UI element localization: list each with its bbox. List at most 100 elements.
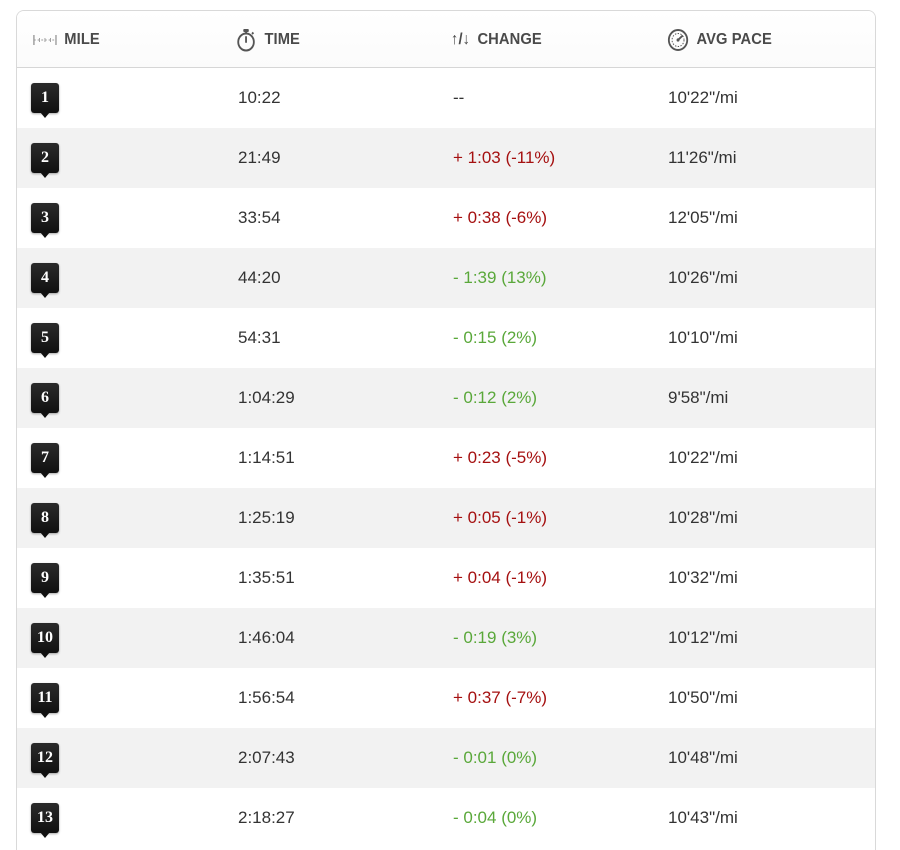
pace-cell: 10'48"/mi — [668, 748, 738, 767]
time-cell: 1:56:54 — [238, 688, 295, 707]
mile-marker-icon: 12 — [31, 743, 59, 778]
table-row[interactable]: 10 1:46:04 - 0:19 (3%) 10'12"/mi — [17, 608, 875, 668]
mile-cell: 6 — [31, 368, 59, 428]
marker-tail — [40, 112, 50, 118]
table-row[interactable]: 11 1:56:54 + 0:37 (-7%) 10'50"/mi — [17, 668, 875, 728]
column-header-mile-label: MILE — [64, 31, 100, 48]
mile-marker-icon: 11 — [31, 683, 59, 718]
mile-number: 13 — [31, 803, 59, 833]
mile-cell: 2 — [31, 128, 59, 188]
mile-cell: 9 — [31, 548, 59, 608]
mile-number: 1 — [31, 83, 59, 113]
table-row[interactable]: 8 1:25:19 + 0:05 (-1%) 10'28"/mi — [17, 488, 875, 548]
mile-number: 10 — [31, 623, 59, 653]
table-row[interactable]: 5 54:31 - 0:15 (2%) 10'10"/mi — [17, 308, 875, 368]
time-cell: 1:46:04 — [238, 628, 295, 647]
time-cell: 54:31 — [238, 328, 281, 347]
change-cell: - 0:01 (0%) — [453, 748, 538, 767]
pace-cell: 10'43"/mi — [668, 808, 738, 827]
mile-marker-icon: 10 — [31, 623, 59, 658]
mile-number: 12 — [31, 743, 59, 773]
up-down-arrows-icon: ↑/↓ — [451, 31, 471, 48]
mile-number: 7 — [31, 443, 59, 473]
table-row[interactable]: 1 10:22 -- 10'22"/mi — [17, 68, 875, 128]
pace-cell: 10'26"/mi — [668, 268, 738, 287]
mile-number: 4 — [31, 263, 59, 293]
marker-tail — [40, 772, 50, 778]
marker-tail — [40, 412, 50, 418]
mile-marker-icon: 3 — [31, 203, 59, 238]
marker-tail — [40, 832, 50, 838]
mile-cell: 8 — [31, 488, 59, 548]
change-cell: + 0:37 (-7%) — [453, 688, 548, 707]
mile-marker-icon: 9 — [31, 563, 59, 598]
table-row[interactable]: 2 21:49 + 1:03 (-11%) 11'26"/mi — [17, 128, 875, 188]
column-header-pace[interactable]: AVG PACE — [667, 27, 772, 53]
ruler-icon — [33, 33, 57, 47]
change-cell: + 0:05 (-1%) — [453, 508, 548, 527]
stopwatch-icon — [235, 28, 257, 52]
speedometer-icon — [667, 28, 689, 52]
table-row[interactable]: 12 2:07:43 - 0:01 (0%) 10'48"/mi — [17, 728, 875, 788]
time-cell: 33:54 — [238, 208, 281, 227]
mile-marker-icon: 2 — [31, 143, 59, 178]
pace-cell: 10'10"/mi — [668, 328, 738, 347]
table-row[interactable]: 6 1:04:29 - 0:12 (2%) 9'58"/mi — [17, 368, 875, 428]
time-cell: 21:49 — [238, 148, 281, 167]
time-cell: 1:35:51 — [238, 568, 295, 587]
change-cell: + 0:38 (-6%) — [453, 208, 548, 227]
mile-cell: 4 — [31, 248, 59, 308]
mile-cell: 12 — [31, 728, 59, 788]
time-cell: 1:14:51 — [238, 448, 295, 467]
mile-number: 9 — [31, 563, 59, 593]
pace-cell: 9'58"/mi — [668, 388, 729, 407]
marker-tail — [40, 172, 50, 178]
pace-cell: 11'26"/mi — [668, 148, 737, 167]
change-cell: + 1:03 (-11%) — [453, 148, 556, 167]
pace-cell: 10'50"/mi — [668, 688, 738, 707]
change-cell: + 0:23 (-5%) — [453, 448, 548, 467]
marker-tail — [40, 712, 50, 718]
table-header: MILE TIME ↑/↓ CHANGE AVG PACE — [17, 11, 875, 68]
mile-cell: 1 — [31, 68, 59, 128]
pace-cell: 10'22"/mi — [668, 448, 738, 467]
marker-tail — [40, 592, 50, 598]
mile-number: 8 — [31, 503, 59, 533]
mile-number: 6 — [31, 383, 59, 413]
time-cell: 1:04:29 — [238, 388, 295, 407]
mile-marker-icon: 8 — [31, 503, 59, 538]
table-row[interactable]: 7 1:14:51 + 0:23 (-5%) 10'22"/mi — [17, 428, 875, 488]
time-cell: 10:22 — [238, 88, 281, 107]
mile-marker-icon: 13 — [31, 803, 59, 838]
mile-number: 5 — [31, 323, 59, 353]
table-row[interactable]: 13 2:18:27 - 0:04 (0%) 10'43"/mi — [17, 788, 875, 848]
marker-tail — [40, 292, 50, 298]
change-cell: -- — [453, 88, 465, 107]
column-header-time[interactable]: TIME — [235, 27, 300, 53]
mile-number: 11 — [31, 683, 59, 713]
mile-cell: 11 — [31, 668, 59, 728]
mile-number: 2 — [31, 143, 59, 173]
mile-cell: 5 — [31, 308, 59, 368]
pace-cell: 10'28"/mi — [668, 508, 738, 527]
change-cell: - 0:19 (3%) — [453, 628, 538, 647]
mile-cell: 7 — [31, 428, 59, 488]
table-row[interactable]: 4 44:20 - 1:39 (13%) 10'26"/mi — [17, 248, 875, 308]
mile-marker-icon: 7 — [31, 443, 59, 478]
table-row[interactable]: 9 1:35:51 + 0:04 (-1%) 10'32"/mi — [17, 548, 875, 608]
column-header-change[interactable]: ↑/↓ CHANGE — [451, 27, 542, 53]
change-cell: - 0:12 (2%) — [453, 388, 538, 407]
mile-cell: 3 — [31, 188, 59, 248]
column-header-pace-label: AVG PACE — [696, 31, 772, 48]
pace-cell: 10'12"/mi — [668, 628, 738, 647]
mile-cell: 10 — [31, 608, 59, 668]
marker-tail — [40, 532, 50, 538]
column-header-mile[interactable]: MILE — [33, 27, 100, 53]
pace-cell: 10'32"/mi — [668, 568, 738, 587]
table-row[interactable]: 3 33:54 + 0:38 (-6%) 12'05"/mi — [17, 188, 875, 248]
marker-tail — [40, 232, 50, 238]
change-cell: - 1:39 (13%) — [453, 268, 547, 287]
change-cell: - 0:04 (0%) — [453, 808, 538, 827]
change-cell: - 0:15 (2%) — [453, 328, 538, 347]
pace-cell: 10'22"/mi — [668, 88, 738, 107]
